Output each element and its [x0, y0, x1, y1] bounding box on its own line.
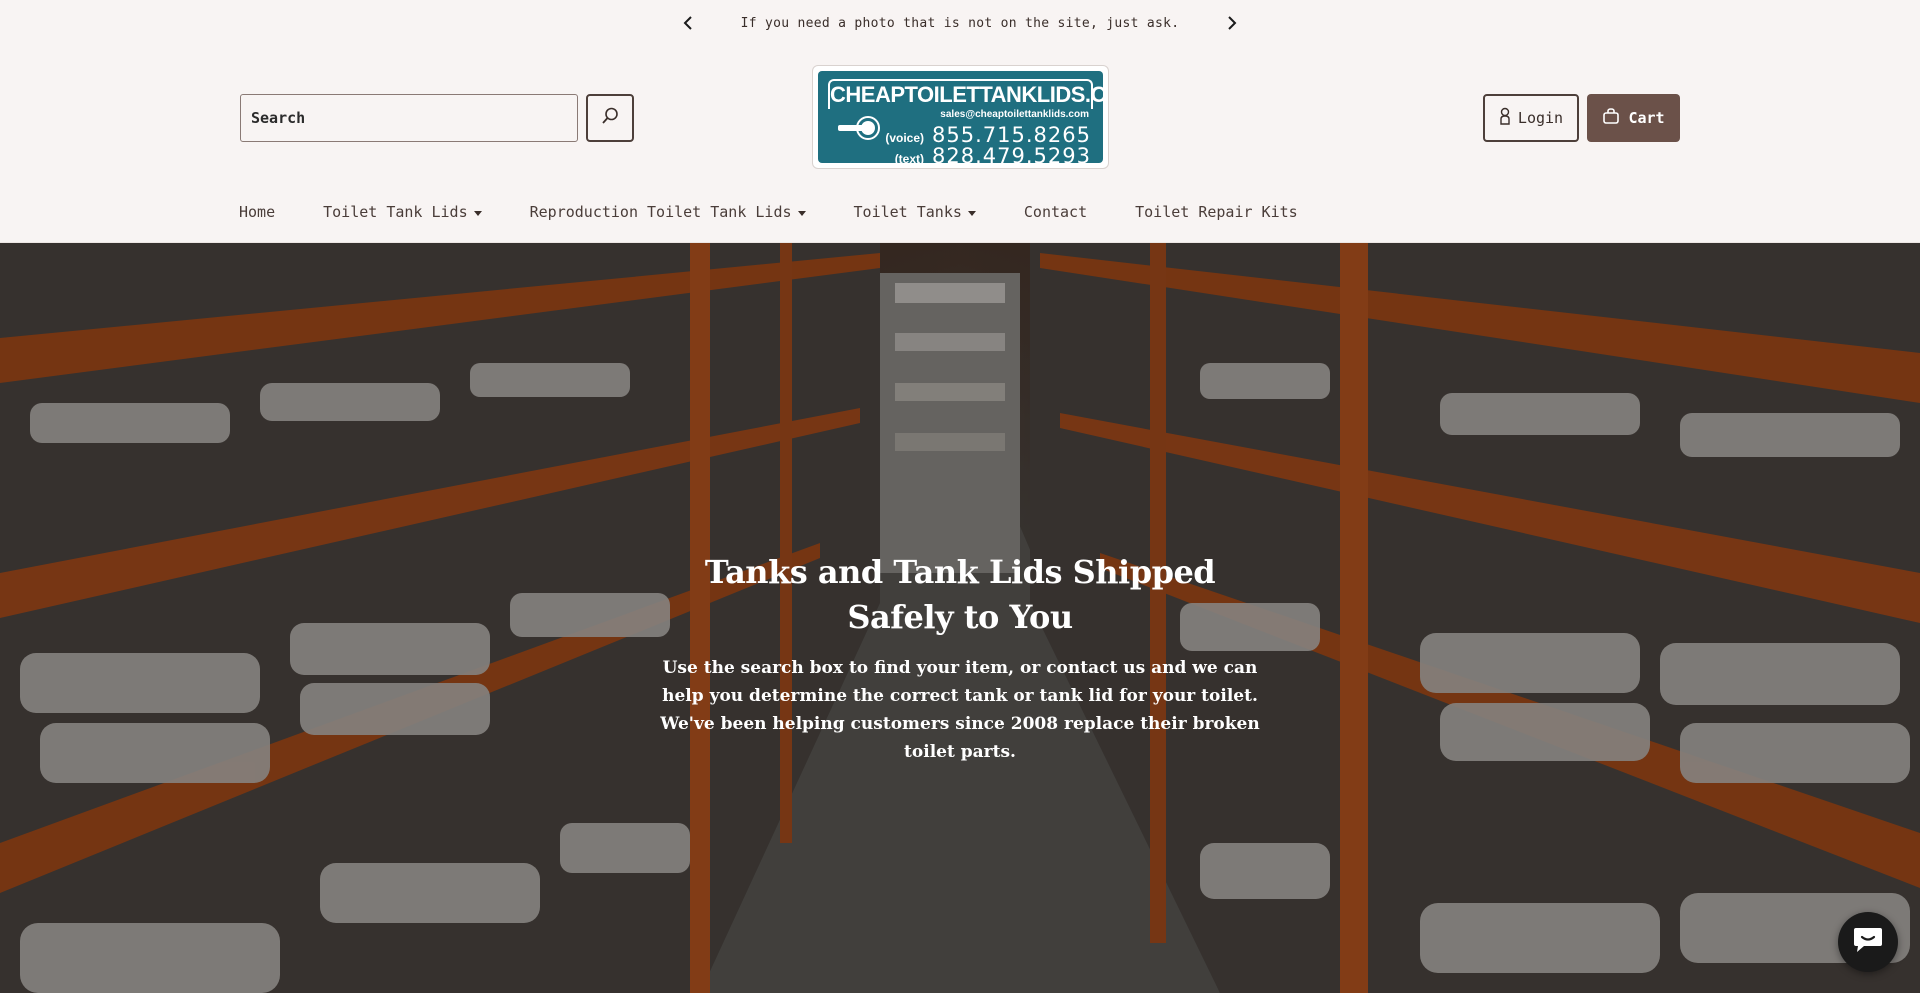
nav-item-home[interactable]: Home — [239, 203, 275, 221]
nav-item-label: Toilet Repair Kits — [1135, 203, 1298, 221]
toilet-handle-icon — [838, 115, 880, 143]
logo-badge: CHEAPTOILETTANKLIDS.COM sales@cheaptoile… — [818, 71, 1103, 163]
search-button[interactable] — [586, 94, 634, 142]
search-input[interactable] — [240, 94, 578, 142]
nav-item-label: Home — [239, 203, 276, 221]
search-icon — [600, 106, 620, 130]
nav-item-label: Toilet Tanks — [853, 203, 962, 221]
chat-bubble-icon — [1852, 926, 1884, 958]
cart-label: Cart — [1628, 109, 1665, 127]
user-icon — [1499, 107, 1511, 129]
nav-item-label: Reproduction Toilet Tank Lids — [529, 203, 792, 221]
logo-title: CHEAPTOILETTANKLIDS.COM — [828, 79, 1103, 109]
login-button[interactable]: Login — [1483, 94, 1579, 142]
caret-down-icon — [967, 210, 976, 216]
voice-label: (voice) — [885, 131, 925, 145]
nav-item-reproduction-toilet-tank-lids[interactable]: Reproduction Toilet Tank Lids — [530, 203, 806, 221]
hero-text: Use the search box to find your item, or… — [660, 658, 1260, 762]
nav-item-label: Toilet Tank Lids — [323, 203, 468, 221]
chat-button[interactable] — [1838, 912, 1898, 972]
hero-title: Tanks and Tank Lids Shipped Safely to Yo… — [704, 553, 1216, 636]
shopping-bag-icon — [1602, 107, 1620, 129]
announcement-bar: If you need a photo that is not on the s… — [0, 0, 1920, 46]
caret-down-icon — [473, 210, 482, 216]
cart-button[interactable]: Cart — [1587, 94, 1680, 142]
login-label: Login — [1517, 109, 1564, 127]
site-logo[interactable]: CHEAPTOILETTANKLIDS.COM sales@cheaptoile… — [813, 66, 1108, 168]
nav-item-toilet-tanks[interactable]: Toilet Tanks — [854, 203, 976, 221]
announcement-message: If you need a photo that is not on the s… — [740, 15, 1180, 31]
chevron-right-icon[interactable] — [1220, 11, 1244, 35]
nav-item-contact[interactable]: Contact — [1024, 203, 1087, 221]
main-nav: Home Toilet Tank Lids Reproduction Toile… — [239, 203, 1298, 221]
nav-item-toilet-tank-lids[interactable]: Toilet Tank Lids — [323, 203, 482, 221]
logo-text-row: (text) 828.479.5293 — [895, 144, 1091, 163]
search-form — [240, 94, 634, 142]
chevron-left-icon[interactable] — [676, 11, 700, 35]
text-label: (text) — [894, 152, 925, 163]
hero-banner: Tanks and Tank Lids Shipped Safely to Yo… — [0, 243, 1920, 993]
nav-item-label: Contact — [1023, 203, 1088, 221]
caret-down-icon — [797, 210, 806, 216]
nav-item-toilet-repair-kits[interactable]: Toilet Repair Kits — [1135, 203, 1298, 221]
logo-email: sales@cheaptoilettanklids.com — [940, 109, 1089, 120]
hero-content: Tanks and Tank Lids Shipped Safely to Yo… — [660, 550, 1260, 766]
text-number: 828.479.5293 — [932, 144, 1091, 163]
